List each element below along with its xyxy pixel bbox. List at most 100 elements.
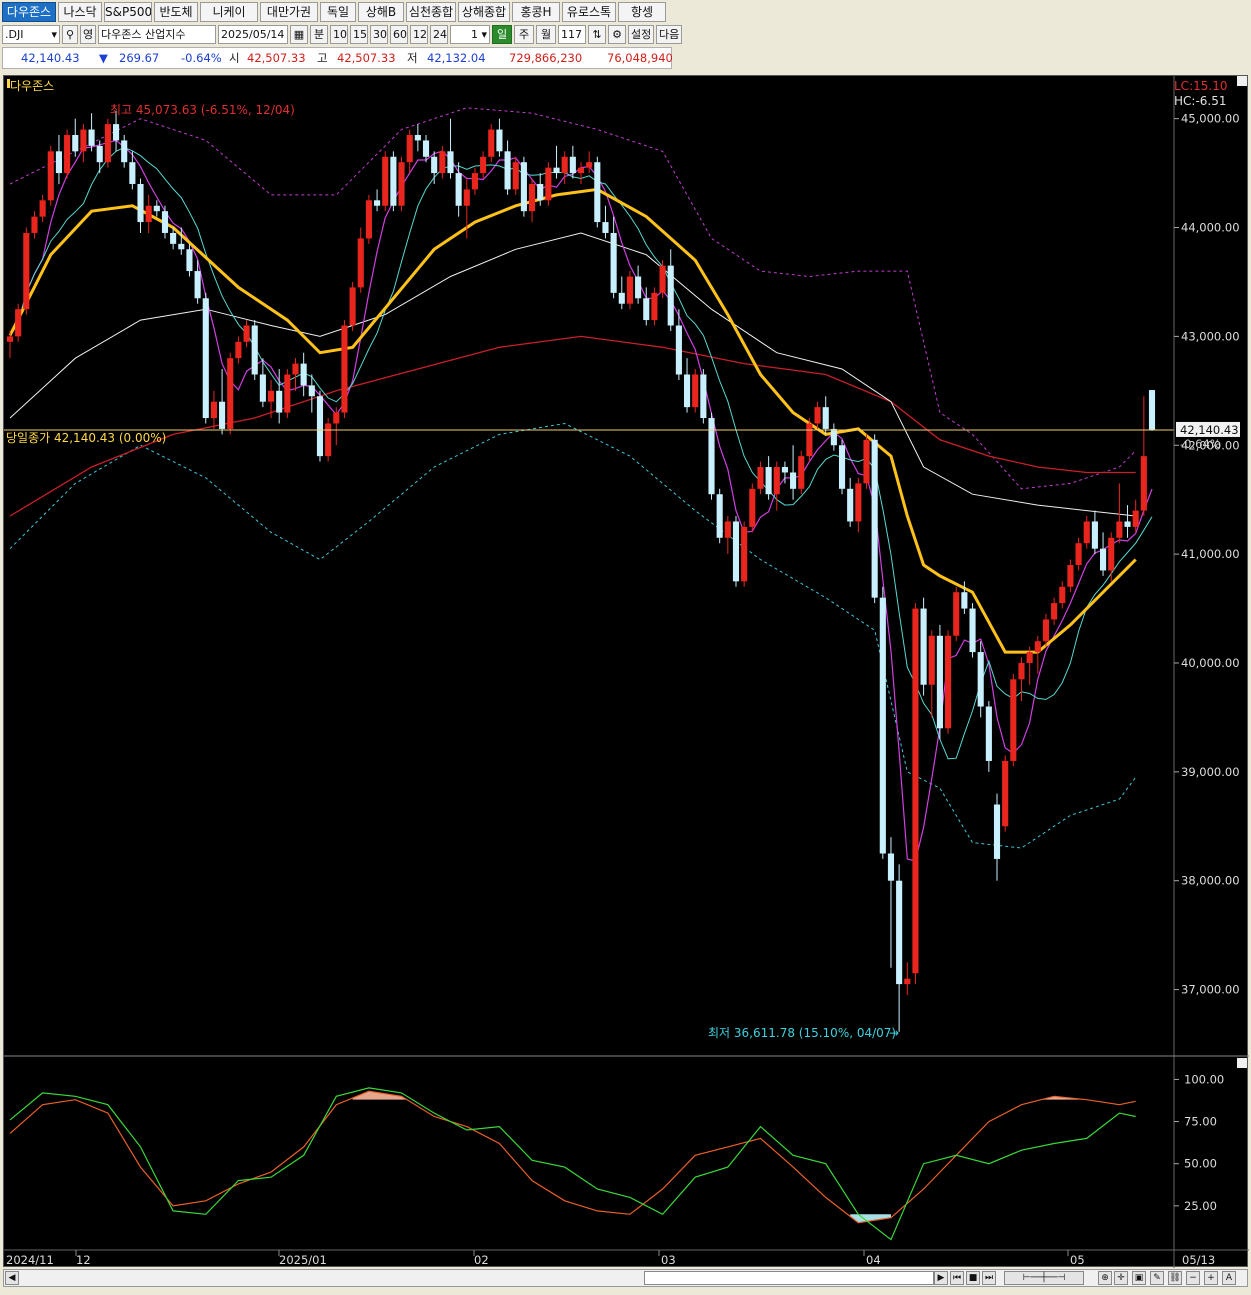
candle-up [1042,619,1050,642]
scroll-right-icon[interactable]: ▶ [934,1271,948,1285]
zoom-slider[interactable]: ⊢──┼──⊣ [1004,1271,1084,1285]
candle-down [496,129,503,152]
candle-down [610,232,617,293]
candle-up [267,390,275,402]
candle-down [838,445,846,489]
candle-down [88,129,95,146]
quote-row: 42,140.43 ▼ 269.67 -0.64% 시 42,507.33 고 … [2,47,673,69]
tab-shanghai-comp[interactable]: 상해종합 [458,2,510,22]
plus-icon[interactable]: + [1204,1271,1218,1285]
candle-up [1026,652,1033,663]
tab-eurostoxx[interactable]: 유로스톡 [562,2,616,22]
candle-down [830,428,837,446]
period-count-input[interactable]: 1 ▾ [450,24,490,44]
chart-area[interactable]: 다우존스 최고 45,073.63 (-6.51%, 12/04) 당일종가 4… [3,75,1249,1268]
zoom-icon[interactable]: ⊕ [1098,1271,1112,1285]
next-button[interactable]: 다음 [656,24,682,44]
panel-resize-handle[interactable] [1237,76,1247,86]
period-240-button[interactable]: 240 [430,24,448,44]
scroll-thumb[interactable] [644,1271,934,1285]
candle-up [953,592,960,636]
candle-up [814,407,821,424]
candle-down [259,374,266,402]
view-monthly-button[interactable]: 월 [536,24,556,44]
candle-down [202,298,209,419]
chart-svg[interactable]: 다우존스 최고 45,073.63 (-6.51%, 12/04) 당일종가 4… [4,76,1249,1268]
candle-down [422,140,430,157]
symbol-name-field: 다우존스 산업지수 [98,24,216,44]
tab-hongkong-h[interactable]: 홍콩H [512,2,560,22]
crosshair-icon[interactable]: ✛ [1114,1271,1128,1285]
y-tick-label: 43,000.00 [1181,329,1240,343]
draw-icon[interactable]: ✎ [1150,1271,1164,1285]
tab-sp500[interactable]: S&P500 [104,2,152,22]
candle-down [219,401,226,429]
period-30-button[interactable]: 30 [370,24,388,44]
period-minute-button[interactable]: 분 [310,24,328,44]
eng-toggle[interactable]: 영 [80,24,96,44]
minus-icon[interactable]: − [1186,1271,1200,1285]
tab-germany[interactable]: 독일 [320,2,356,22]
x-label-2024-11: 2024/11 [6,1253,54,1267]
stop-icon[interactable]: ■ [966,1271,980,1285]
candle-down [161,211,169,233]
view-daily-button[interactable]: 일 [492,24,512,44]
candle-down [553,167,560,174]
candle-up [1116,521,1123,538]
period-10-button[interactable]: 10 [330,24,348,44]
candle-down [96,145,103,163]
tab-shenzhen[interactable]: 심천종합 [406,2,456,22]
candle-down [1124,521,1131,527]
candle-down [969,608,976,653]
candle-up [806,423,813,457]
layout-icon[interactable]: ▣ [1132,1271,1146,1285]
last-icon[interactable]: ⏭ [982,1271,996,1285]
period-15-button[interactable]: 15 [350,24,368,44]
tab-nasdaq[interactable]: 나스닥 [58,2,102,22]
period-60-button[interactable]: 60 [390,24,408,44]
bar-count-input[interactable]: 117 [558,24,586,44]
candle-down [683,374,691,408]
tab-shanghai-b[interactable]: 상해B [358,2,404,22]
tab-hangseng[interactable]: 항셍 [618,2,666,22]
tab-semiconductor[interactable]: 반도체 [154,2,198,22]
scroll-left-icon[interactable]: ◀ [5,1271,19,1285]
candle-up [1018,662,1025,680]
chart-toolbar: .DJI ▾ ⚲ 영 다우존스 산업지수 2025/05/14 ▦ 분 10 1… [2,24,684,44]
link-icon[interactable]: ⛓ [1168,1271,1182,1285]
candle-down [847,488,854,522]
candle-down [887,853,895,881]
candle-up [357,238,364,288]
candle-down [194,271,201,299]
candle-up [227,358,234,429]
symbol-code-input[interactable]: .DJI ▾ [2,24,60,44]
y-tick-label: 41,000.00 [1181,547,1240,561]
candle-up [1075,543,1082,565]
candle-up [104,124,111,163]
tab-taiwan[interactable]: 대만가권 [260,2,318,22]
first-icon[interactable]: ⏮ [950,1271,964,1285]
gear-icon[interactable]: ⚙ [608,24,626,44]
candle-down [1099,548,1107,571]
search-icon[interactable]: ⚲ [62,24,78,44]
toggle-icon[interactable]: ⇅ [588,24,606,44]
tab-nikkei[interactable]: 니케이 [200,2,258,22]
chart-scrollbar[interactable]: ◀ ▶ ⏮ ■ ⏭ ⊢──┼──⊣ ⊕ ✛ ▣ ✎ ⛓ − + A [3,1269,1248,1287]
candle-down [1091,521,1098,549]
osc-resize-handle[interactable] [1237,1058,1247,1068]
candle-up [480,156,487,174]
y-tick-label: 40,000.00 [1181,656,1240,670]
candle-up [382,156,389,206]
view-weekly-button[interactable]: 주 [514,24,534,44]
candle-down [985,706,992,761]
candle-up [1002,760,1009,827]
candle-up [749,488,756,527]
candle-up [398,162,405,206]
font-icon[interactable]: A [1222,1271,1236,1285]
calendar-icon[interactable]: ▦ [290,24,308,44]
settings-button[interactable]: 설정 [628,24,654,44]
period-120-button[interactable]: 120 [410,24,428,44]
tab-dow[interactable]: 다우존스 [2,2,56,22]
trade-amount: 76,048,940 [607,51,673,65]
date-input[interactable]: 2025/05/14 [218,24,288,44]
